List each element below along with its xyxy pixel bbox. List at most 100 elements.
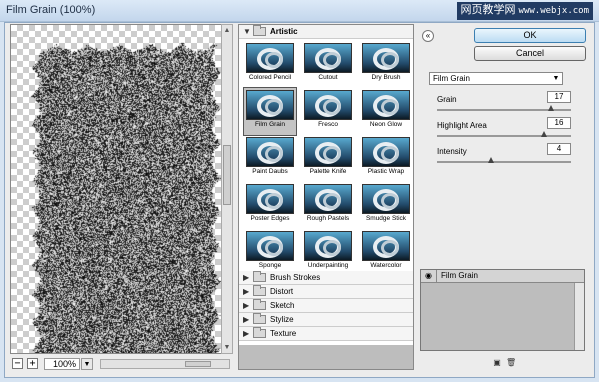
eye-icon[interactable]: ◉: [421, 270, 437, 282]
filter-thumbnail[interactable]: Film Grain: [243, 87, 297, 136]
preview-horizontal-scrollbar[interactable]: [100, 359, 230, 369]
param-slider-track[interactable]: [437, 135, 571, 137]
filter-thumbnail-image: [304, 90, 352, 120]
effect-layers-scrollbar[interactable]: [574, 283, 584, 350]
filter-thumbnail[interactable]: Dry Brush: [360, 41, 412, 88]
category-item[interactable]: ▶ Texture: [239, 327, 413, 341]
filter-thumbnail-label: Film Grain: [255, 121, 285, 128]
param-intensity: Intensity 4: [437, 143, 571, 167]
collapse-gallery-icon[interactable]: «: [422, 30, 434, 42]
filter-thumbnail-image: [304, 184, 352, 214]
new-effect-layer-icon[interactable]: ▣: [492, 358, 502, 368]
filter-thumbnail-label: Watercolor: [370, 262, 402, 269]
filter-thumbnail-image: [362, 90, 410, 120]
effect-layer-name: Film Grain: [441, 271, 478, 280]
category-label: Sketch: [270, 301, 295, 310]
filter-thumbnail-image: [304, 137, 352, 167]
param-grain: Grain 17: [437, 91, 571, 115]
folder-icon: [253, 313, 266, 324]
param-label: Intensity: [437, 147, 467, 156]
filter-thumbnail[interactable]: Smudge Stick: [360, 182, 412, 229]
filter-thumbnail-label: Dry Brush: [371, 74, 401, 81]
filter-thumbnail[interactable]: Fresco: [302, 88, 354, 135]
scroll-thumb[interactable]: [223, 145, 231, 205]
collapsed-triangle-icon: ▶: [243, 287, 250, 296]
filter-select[interactable]: Film Grain ▼: [429, 72, 563, 85]
category-label: Distort: [270, 287, 294, 296]
category-label: Brush Strokes: [270, 273, 321, 282]
effect-layer-row[interactable]: ◉ Film Grain: [421, 270, 584, 283]
zoom-level-field[interactable]: 100%: [44, 358, 80, 370]
filter-gallery: ▼ Artistic Colored Pencil Cutout Dry Brush…: [238, 24, 414, 370]
collapsed-categories: ▶ Brush Strokes ▶ Distort ▶ Sketch ▶ Stylize ▶ Te…: [239, 271, 413, 341]
param-value-field[interactable]: 4: [547, 143, 571, 155]
filter-thumbnail[interactable]: Palette Knife: [302, 135, 354, 182]
preview-vertical-scrollbar[interactable]: ▲ ▼: [221, 24, 233, 354]
param-label: Grain: [437, 95, 457, 104]
zoom-bar: − + 100% ▼: [10, 357, 233, 371]
filter-thumbnail-label: Neon Glow: [369, 121, 403, 128]
filter-thumbnail-label: Colored Pencil: [248, 74, 292, 81]
filter-thumbnail[interactable]: Underpainting: [302, 229, 354, 276]
filter-thumbnail[interactable]: Rough Pastels: [302, 182, 354, 229]
filter-thumbnail[interactable]: Neon Glow: [360, 88, 412, 135]
param-slider-track[interactable]: [437, 161, 571, 163]
horizontal-scroll-thumb[interactable]: [185, 361, 211, 367]
filter-thumbnail-label: Plastic Wrap: [367, 168, 405, 175]
filter-thumbnail[interactable]: Cutout: [302, 41, 354, 88]
collapsed-triangle-icon: ▶: [243, 273, 250, 282]
param-label: Highlight Area: [437, 121, 487, 130]
ok-button[interactable]: OK: [474, 28, 586, 43]
category-item[interactable]: ▶ Distort: [239, 285, 413, 299]
delete-effect-layer-icon[interactable]: 🗑: [506, 358, 516, 368]
category-label: Artistic: [270, 27, 298, 36]
filter-thumbnail[interactable]: Paint Daubs: [244, 135, 296, 182]
filter-thumbnail-label: Palette Knife: [309, 168, 347, 175]
filter-thumbnail[interactable]: Sponge: [244, 229, 296, 276]
category-item[interactable]: ▶ Stylize: [239, 313, 413, 327]
folder-icon: [253, 25, 266, 36]
category-item[interactable]: ▶ Brush Strokes: [239, 271, 413, 285]
scroll-down-arrow-icon[interactable]: ▼: [222, 342, 232, 353]
watermark-url: www.webjx.com: [518, 6, 589, 16]
filter-thumbnail-label: Paint Daubs: [252, 168, 288, 175]
filter-thumbnail[interactable]: Watercolor: [360, 229, 412, 276]
preview-canvas[interactable]: [10, 24, 232, 354]
filter-thumbnail[interactable]: Colored Pencil: [244, 41, 296, 88]
slider-knob-icon[interactable]: [541, 131, 548, 137]
param-highlight-area: Highlight Area 16: [437, 117, 571, 141]
chevron-down-icon: ▼: [552, 75, 560, 82]
folder-icon: [253, 299, 266, 310]
expanded-triangle-icon: ▼: [243, 27, 251, 36]
filter-thumbnail-image: [304, 43, 352, 73]
param-value-field[interactable]: 16: [547, 117, 571, 129]
filter-thumbnail[interactable]: Poster Edges: [244, 182, 296, 229]
filter-thumbnail[interactable]: Plastic Wrap: [360, 135, 412, 182]
category-artistic[interactable]: ▼ Artistic: [239, 25, 413, 39]
zoom-dropdown-arrow-icon[interactable]: ▼: [81, 358, 93, 370]
folder-icon: [253, 285, 266, 296]
filter-thumbnail-label: Cutout: [318, 74, 338, 81]
collapsed-triangle-icon: ▶: [243, 301, 250, 310]
param-value-field[interactable]: 17: [547, 91, 571, 103]
zoom-in-button[interactable]: +: [27, 358, 38, 369]
slider-knob-icon[interactable]: [487, 157, 494, 163]
slider-knob-icon[interactable]: [547, 105, 554, 111]
filter-thumbnail-label: Underpainting: [307, 262, 349, 269]
filter-thumbnail-image: [362, 137, 410, 167]
cancel-button[interactable]: Cancel: [474, 46, 586, 61]
zoom-out-button[interactable]: −: [12, 358, 23, 369]
watermark-text: 网页教学网: [460, 4, 516, 16]
collapsed-triangle-icon: ▶: [243, 315, 250, 324]
filter-thumbnail-image: [362, 43, 410, 73]
filter-thumbnails: Colored Pencil Cutout Dry Brush Film Grain F…: [239, 39, 413, 276]
folder-icon: [253, 271, 266, 282]
category-item[interactable]: ▶ Sketch: [239, 299, 413, 313]
filter-thumbnail-image: [246, 43, 294, 73]
folder-icon: [253, 327, 266, 338]
filter-thumbnail-image: [246, 231, 294, 261]
filter-thumbnail-image: [362, 184, 410, 214]
scroll-up-arrow-icon[interactable]: ▲: [222, 25, 232, 36]
gallery-empty-area: [239, 345, 413, 369]
filter-thumbnail-image: [246, 90, 294, 120]
